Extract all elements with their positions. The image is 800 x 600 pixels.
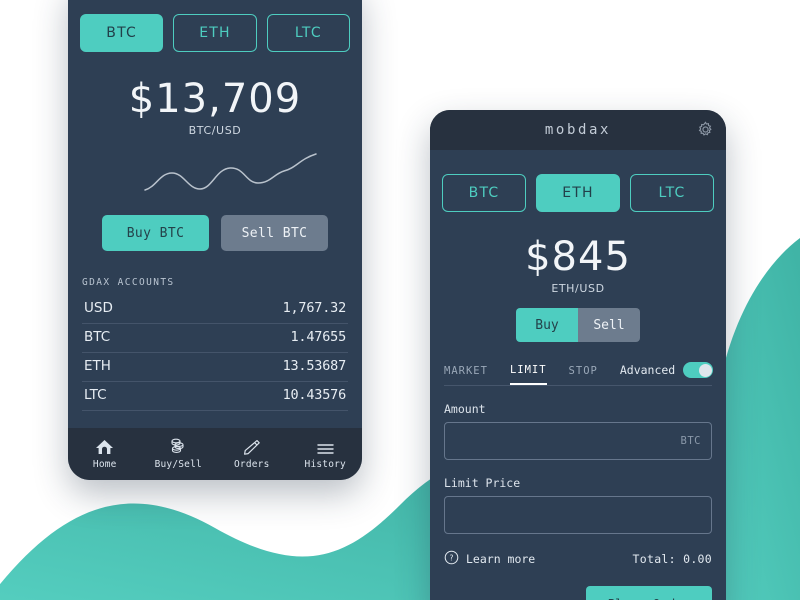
buy-btc-button[interactable]: Buy BTC	[102, 215, 209, 251]
limit-price-input[interactable]	[444, 496, 712, 534]
list-icon	[316, 438, 335, 455]
question-circle-icon: ?	[444, 550, 459, 568]
account-balance: 13.53687	[282, 358, 347, 374]
home-price-pair: BTC/USD	[188, 124, 242, 137]
pair-tab-btc[interactable]: BTC	[442, 174, 526, 212]
tab-home[interactable]: Home	[68, 438, 142, 470]
pair-tab-ltc[interactable]: LTC	[630, 174, 714, 212]
home-phone-screen: BTC ETH LTC $13,709 BTC/USD Buy BTC Sell…	[68, 0, 362, 480]
tab-history[interactable]: History	[289, 438, 363, 470]
account-symbol: LTC	[84, 387, 107, 403]
home-action-buttons: Buy BTC Sell BTC	[68, 215, 362, 251]
sell-segment[interactable]: Sell	[578, 308, 640, 342]
tab-buysell-label: Buy/Sell	[154, 459, 202, 470]
buy-sell-toggle: Buy Sell	[516, 308, 640, 342]
amount-suffix: BTC	[680, 435, 701, 447]
tab-history-label: History	[304, 459, 346, 470]
pair-tab-btc[interactable]: BTC	[80, 14, 164, 52]
tab-limit[interactable]: LIMIT	[509, 364, 547, 385]
tab-orders-label: Orders	[233, 459, 270, 470]
tab-orders[interactable]: Orders	[215, 438, 289, 470]
amount-input[interactable]: BTC	[444, 422, 712, 460]
account-symbol: USD	[84, 300, 113, 316]
account-row-usd[interactable]: USD 1,767.32	[82, 295, 348, 324]
pencil-icon	[243, 438, 261, 455]
amount-label: Amount	[444, 402, 486, 416]
order-total: Total: 0.00	[632, 552, 712, 566]
accounts-title: GDAX ACCOUNTS	[82, 277, 175, 288]
learn-more-link[interactable]: ? Learn more	[444, 550, 535, 568]
advanced-toggle[interactable]	[683, 362, 714, 378]
sell-btc-button[interactable]: Sell BTC	[221, 215, 328, 251]
coins-icon	[168, 438, 188, 455]
pair-tab-eth[interactable]: ETH	[536, 174, 620, 212]
home-icon	[95, 438, 114, 455]
advanced-control: Advanced	[619, 362, 714, 378]
price-trend-line	[144, 153, 317, 191]
home-price: $13,709	[128, 76, 302, 122]
bottom-tab-bar: Home Buy/Sell Orders History	[68, 428, 362, 480]
tab-market[interactable]: MARKET	[444, 365, 488, 384]
account-balance: 10.43576	[282, 387, 347, 403]
account-balance: 1.47655	[290, 329, 347, 345]
place-order-button[interactable]: Place Order	[586, 586, 712, 600]
tab-stop[interactable]: STOP	[569, 365, 598, 384]
toggle-knob	[698, 363, 712, 377]
trade-pair-tabs: BTC ETH LTC	[430, 174, 726, 212]
accounts-section: GDAX ACCOUNTS USD 1,767.32 BTC 1.47655 E…	[82, 277, 348, 411]
gear-icon[interactable]	[697, 121, 714, 142]
tab-buysell[interactable]: Buy/Sell	[142, 438, 216, 470]
account-row-ltc[interactable]: LTC 10.43576	[82, 382, 348, 411]
place-order-row: Place Order	[430, 568, 726, 600]
advanced-label: Advanced	[619, 363, 676, 377]
order-type-tabs: MARKET LIMIT STOP Advanced	[444, 362, 714, 386]
screenshot-stage: BTC ETH LTC $13,709 BTC/USD Buy BTC Sell…	[0, 0, 800, 600]
account-row-btc[interactable]: BTC 1.47655	[82, 324, 348, 353]
learn-more-label: Learn more	[466, 552, 536, 566]
order-footer: ? Learn more Total: 0.00	[444, 550, 712, 568]
pair-tab-ltc[interactable]: LTC	[266, 14, 350, 52]
trade-price-pair: ETH/USD	[551, 282, 605, 295]
trade-phone-screen: mobdax BTC ETH LTC $845 ETH/USD Buy Sell	[430, 110, 726, 600]
buy-segment[interactable]: Buy	[516, 308, 578, 342]
pair-tab-eth[interactable]: ETH	[173, 14, 257, 52]
account-symbol: BTC	[84, 329, 111, 345]
app-title: mobdax	[544, 122, 612, 138]
svg-text:?: ?	[450, 554, 454, 563]
limit-price-label: Limit Price	[444, 476, 521, 490]
account-symbol: ETH	[84, 358, 111, 374]
trade-price: $845	[525, 234, 631, 280]
trade-header: mobdax	[430, 110, 726, 150]
account-balance: 1,767.32	[282, 300, 347, 316]
home-pair-tabs: BTC ETH LTC	[68, 14, 362, 52]
tab-home-label: Home	[92, 459, 117, 470]
account-row-eth[interactable]: ETH 13.53687	[82, 353, 348, 382]
